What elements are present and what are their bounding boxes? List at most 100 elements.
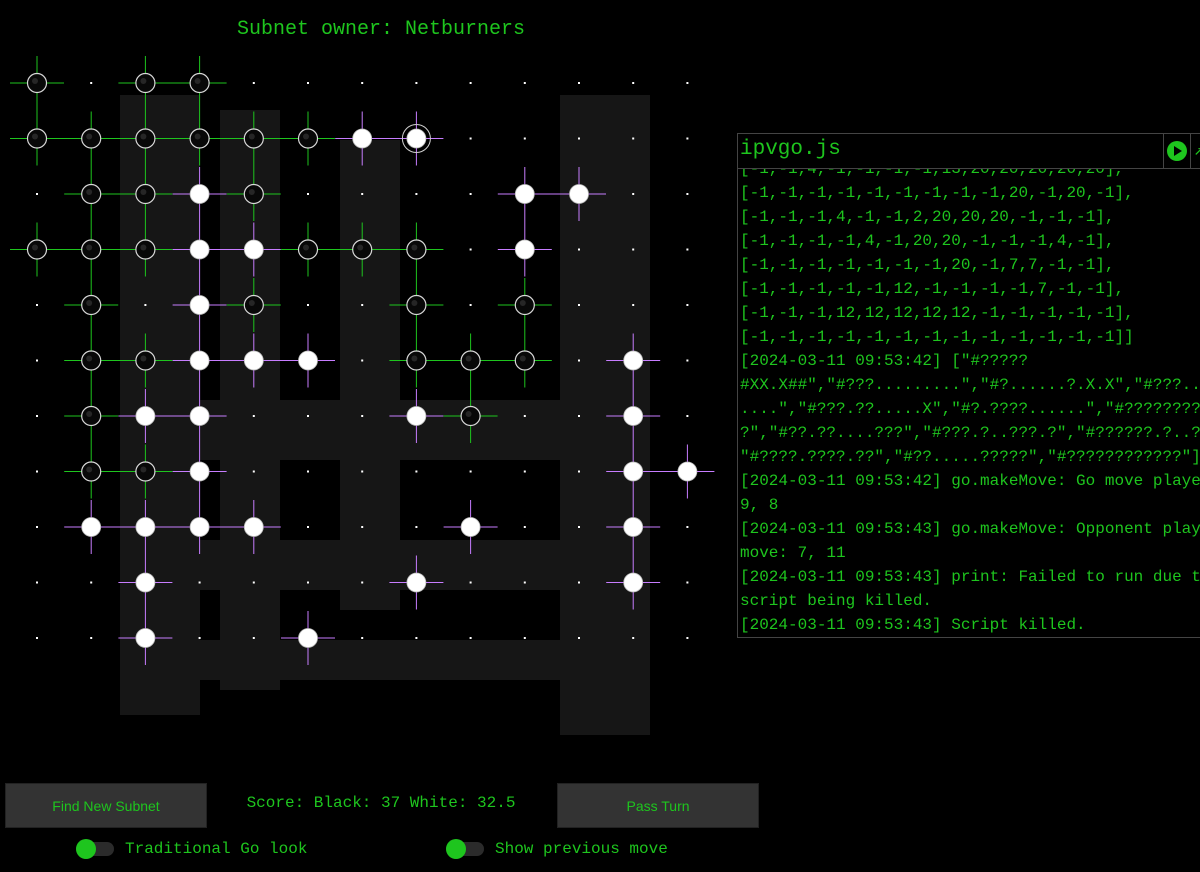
empty-intersection[interactable] [523, 637, 526, 639]
white-stone[interactable] [189, 461, 210, 482]
find-new-subnet-button[interactable]: Find New Subnet [5, 783, 207, 828]
empty-intersection[interactable] [632, 82, 635, 84]
empty-intersection[interactable] [415, 470, 418, 473]
white-stone[interactable] [406, 572, 427, 593]
empty-intersection[interactable] [686, 359, 689, 362]
white-stone[interactable] [135, 406, 156, 426]
empty-intersection[interactable] [686, 637, 689, 639]
empty-intersection[interactable] [252, 470, 255, 473]
black-stone[interactable] [81, 405, 102, 427]
empty-intersection[interactable] [307, 193, 309, 195]
black-stone[interactable] [297, 128, 319, 149]
empty-intersection[interactable] [36, 359, 38, 362]
white-stone[interactable] [298, 628, 318, 648]
run-script-button[interactable] [1163, 134, 1190, 168]
white-stone[interactable] [406, 406, 427, 426]
black-stone[interactable] [460, 405, 481, 427]
empty-intersection[interactable] [469, 581, 472, 584]
black-stone[interactable] [135, 350, 156, 371]
empty-intersection[interactable] [361, 526, 364, 528]
empty-intersection[interactable] [578, 637, 580, 639]
empty-intersection[interactable] [361, 359, 364, 362]
white-stone[interactable] [81, 517, 102, 537]
empty-intersection[interactable] [578, 304, 580, 306]
empty-intersection[interactable] [578, 359, 580, 362]
black-stone[interactable] [135, 239, 156, 260]
traditional-go-look-toggle[interactable]: Traditional Go look [76, 838, 307, 860]
empty-intersection[interactable] [686, 526, 689, 528]
empty-intersection[interactable] [686, 82, 689, 84]
empty-intersection[interactable] [686, 304, 689, 306]
black-stone[interactable] [135, 128, 156, 149]
empty-intersection[interactable] [307, 581, 309, 584]
black-stone[interactable] [406, 239, 427, 260]
empty-intersection[interactable] [415, 82, 418, 84]
empty-intersection[interactable] [307, 526, 309, 528]
black-stone[interactable] [135, 461, 156, 482]
go-board[interactable] [0, 0, 740, 760]
empty-intersection[interactable] [415, 637, 418, 639]
empty-intersection[interactable] [469, 82, 472, 84]
empty-intersection[interactable] [307, 304, 309, 306]
empty-intersection[interactable] [523, 526, 526, 528]
script-log-window[interactable]: [-1,-1,4,-1,-1,-1,-1,13,20,20,20,20,20],… [737, 133, 1200, 638]
empty-intersection[interactable] [523, 137, 526, 140]
empty-intersection[interactable] [632, 637, 635, 639]
black-stone[interactable] [81, 239, 102, 260]
white-stone[interactable] [135, 628, 156, 648]
empty-intersection[interactable] [361, 415, 364, 417]
empty-intersection[interactable] [632, 304, 635, 306]
toggle-switch[interactable] [76, 839, 114, 859]
empty-intersection[interactable] [198, 637, 201, 639]
empty-intersection[interactable] [632, 193, 635, 195]
white-stone[interactable] [514, 239, 535, 260]
black-stone[interactable] [406, 350, 427, 371]
white-stone[interactable] [135, 572, 156, 593]
empty-intersection[interactable] [361, 470, 364, 473]
black-stone[interactable] [26, 239, 48, 260]
empty-intersection[interactable] [36, 193, 38, 195]
empty-intersection[interactable] [198, 581, 201, 584]
empty-intersection[interactable] [469, 137, 472, 140]
empty-intersection[interactable] [307, 470, 309, 473]
empty-intersection[interactable] [632, 137, 635, 140]
empty-intersection[interactable] [686, 415, 689, 417]
white-stone[interactable] [623, 350, 644, 371]
white-stone[interactable] [406, 128, 427, 149]
empty-intersection[interactable] [686, 137, 689, 140]
pass-turn-button[interactable]: Pass Turn [557, 783, 759, 828]
empty-intersection[interactable] [686, 248, 689, 251]
empty-intersection[interactable] [523, 82, 526, 84]
empty-intersection[interactable] [361, 581, 364, 584]
empty-intersection[interactable] [469, 304, 472, 306]
empty-intersection[interactable] [36, 415, 38, 417]
black-stone[interactable] [297, 239, 319, 260]
empty-intersection[interactable] [252, 415, 255, 417]
empty-intersection[interactable] [415, 193, 418, 195]
empty-intersection[interactable] [36, 581, 38, 584]
empty-intersection[interactable] [523, 581, 526, 584]
empty-intersection[interactable] [36, 637, 38, 639]
empty-intersection[interactable] [469, 470, 472, 473]
white-stone[interactable] [189, 184, 210, 204]
empty-intersection[interactable] [90, 82, 93, 84]
white-stone[interactable] [243, 517, 264, 537]
empty-intersection[interactable] [632, 248, 635, 251]
empty-intersection[interactable] [90, 637, 93, 639]
white-stone[interactable] [514, 184, 535, 204]
empty-intersection[interactable] [415, 526, 418, 528]
empty-intersection[interactable] [469, 637, 472, 639]
white-stone[interactable] [677, 461, 698, 482]
black-stone[interactable] [81, 461, 102, 482]
empty-intersection[interactable] [361, 82, 364, 84]
empty-intersection[interactable] [36, 526, 38, 528]
black-stone[interactable] [81, 128, 102, 149]
empty-intersection[interactable] [578, 526, 580, 528]
white-stone[interactable] [298, 350, 318, 371]
expand-icon[interactable]: ↗ [1190, 134, 1200, 168]
empty-intersection[interactable] [361, 637, 364, 639]
empty-intersection[interactable] [36, 470, 38, 473]
empty-intersection[interactable] [252, 581, 255, 584]
empty-intersection[interactable] [361, 304, 364, 306]
white-stone[interactable] [189, 295, 210, 315]
